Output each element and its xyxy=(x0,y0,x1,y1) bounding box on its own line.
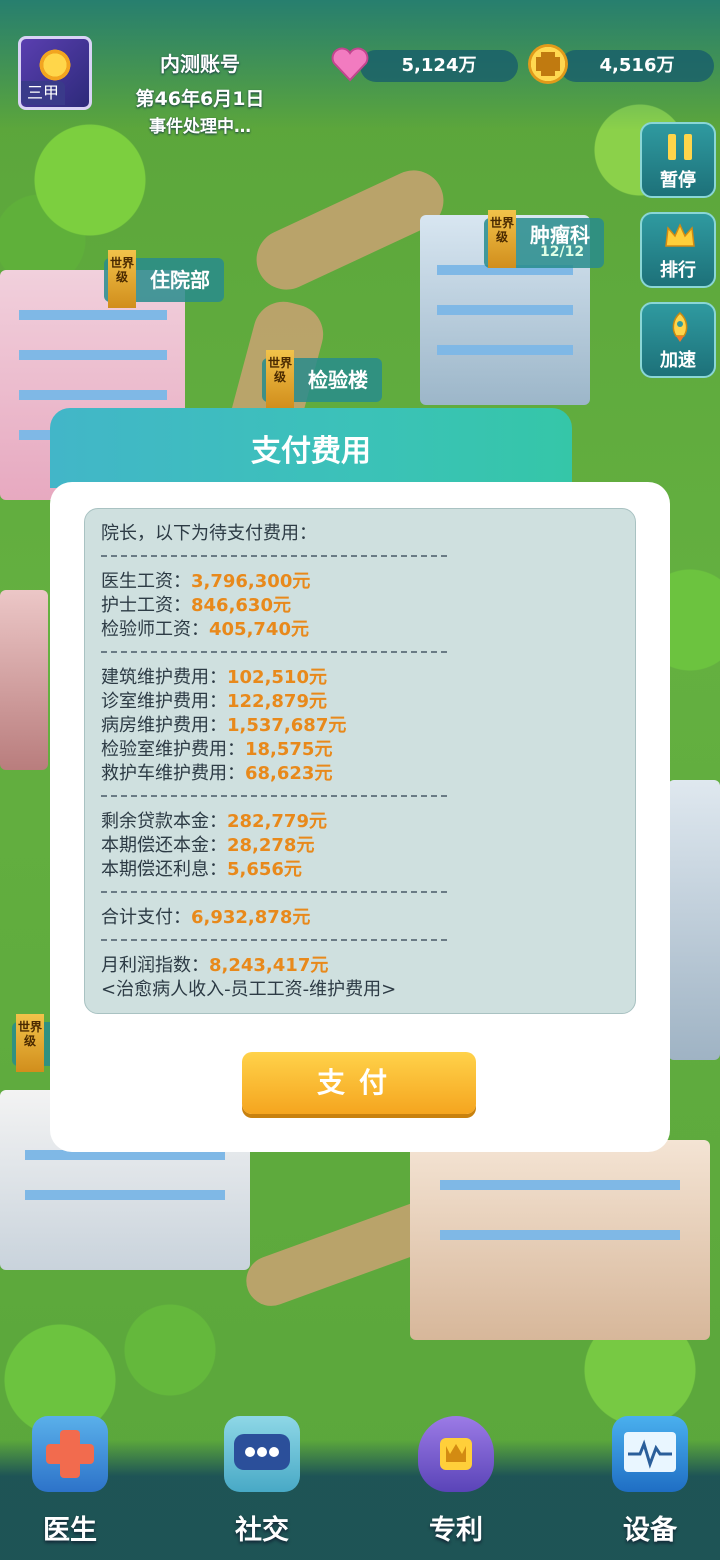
rocket-icon xyxy=(672,312,688,342)
doctor-cross-icon xyxy=(32,1416,108,1492)
nav-doctor-label: 医生 xyxy=(43,1515,97,1546)
intro-text: 院长，以下为待支付费用： xyxy=(101,523,317,544)
coins-value: 4,516万 xyxy=(599,55,675,76)
tier-badge: 世界级 xyxy=(266,350,294,408)
nav-patent[interactable]: 专利 xyxy=(396,1410,516,1560)
profit-line: 月利润指数：8,243,417元 xyxy=(101,955,329,976)
building-capacity: 12/12 xyxy=(540,244,585,260)
rank-label: 三甲 xyxy=(21,81,65,105)
speedup-label: 加速 xyxy=(660,350,696,371)
tier-badge: 世界级 xyxy=(16,1014,44,1072)
side-building-left xyxy=(0,590,48,770)
expense-line: 检验师工资：405,740元 xyxy=(101,619,309,640)
patent-shield-icon xyxy=(418,1416,494,1492)
expense-line: 检验室维护费用：18,575元 xyxy=(101,739,333,760)
coins-counter[interactable]: 4,516万 xyxy=(560,50,714,82)
expense-line: 本期偿还利息：5,656元 xyxy=(101,859,302,880)
building-name: 住院部 xyxy=(150,268,210,292)
building-label-inpatient[interactable]: 世界级 住院部 xyxy=(104,250,224,308)
expense-line: 剩余贷款本金：282,779元 xyxy=(101,811,327,832)
dialog-header: 支付费用 xyxy=(50,408,572,488)
nav-patent-label: 专利 xyxy=(429,1515,483,1546)
nav-equipment-label: 设备 xyxy=(623,1515,677,1546)
game-date: 第46年6月1日 xyxy=(135,88,265,110)
total-line: 合计支付：6,932,878元 xyxy=(101,907,311,928)
pause-button[interactable]: 暂停 xyxy=(640,122,716,198)
expense-line: 建筑维护费用：102,510元 xyxy=(101,667,327,688)
separator xyxy=(101,891,447,893)
crown-icon xyxy=(665,223,695,247)
pay-button[interactable]: 支付 xyxy=(242,1052,476,1114)
payment-dialog: 院长，以下为待支付费用： 医生工资：3,796,300元 护士工资：846,63… xyxy=(50,482,670,1152)
expense-line: 护士工资：846,630元 xyxy=(101,595,291,616)
hearts-value: 5,124万 xyxy=(401,55,477,76)
tier-badge: 世界级 xyxy=(488,210,516,268)
dialog-title: 支付费用 xyxy=(251,434,371,469)
hospital-avatar[interactable]: 三甲 xyxy=(18,36,92,110)
expense-panel: 院长，以下为待支付费用： 医生工资：3,796,300元 护士工资：846,63… xyxy=(84,508,636,1014)
building-label-lab[interactable]: 世界级 检验楼 xyxy=(262,350,382,408)
chat-bubble-icon xyxy=(224,1416,300,1492)
hospital-building xyxy=(410,1140,710,1340)
tier-badge: 世界级 xyxy=(108,250,136,308)
expense-line: 救护车维护费用：68,623元 xyxy=(101,763,333,784)
side-building-right xyxy=(668,780,720,1060)
sun-emblem-icon xyxy=(37,47,73,83)
speedup-button[interactable]: 加速 xyxy=(640,302,716,378)
account-name: 内测账号 xyxy=(160,52,240,76)
expense-line: 诊室维护费用：122,879元 xyxy=(101,691,327,712)
building-label-oncology[interactable]: 世界级 肿瘤科 12/12 xyxy=(484,210,604,268)
expense-line: 医生工资：3,796,300元 xyxy=(101,571,311,592)
separator xyxy=(101,555,447,557)
building-name: 检验楼 xyxy=(308,368,368,392)
event-status: 事件处理中… xyxy=(149,117,251,137)
pause-label: 暂停 xyxy=(660,170,696,191)
heart-icon xyxy=(331,47,369,82)
expense-line: 病房维护费用：1,537,687元 xyxy=(101,715,347,736)
ranking-button[interactable]: 排行 xyxy=(640,212,716,288)
separator xyxy=(101,939,447,941)
separator xyxy=(101,651,447,653)
nav-equipment[interactable]: 设备 xyxy=(590,1410,710,1560)
profit-note: <治愈病人收入-员工工资-维护费用> xyxy=(101,979,397,1000)
monitor-heartbeat-icon xyxy=(612,1416,688,1492)
nav-doctor[interactable]: 医生 xyxy=(10,1410,130,1560)
coin-icon xyxy=(528,44,568,84)
separator xyxy=(101,795,447,797)
expense-line: 本期偿还本金：28,278元 xyxy=(101,835,315,856)
pause-icon xyxy=(668,134,692,160)
nav-social[interactable]: 社交 xyxy=(202,1410,322,1560)
nav-social-label: 社交 xyxy=(235,1515,289,1546)
ranking-label: 排行 xyxy=(660,260,696,281)
hearts-counter[interactable]: 5,124万 xyxy=(360,50,518,82)
